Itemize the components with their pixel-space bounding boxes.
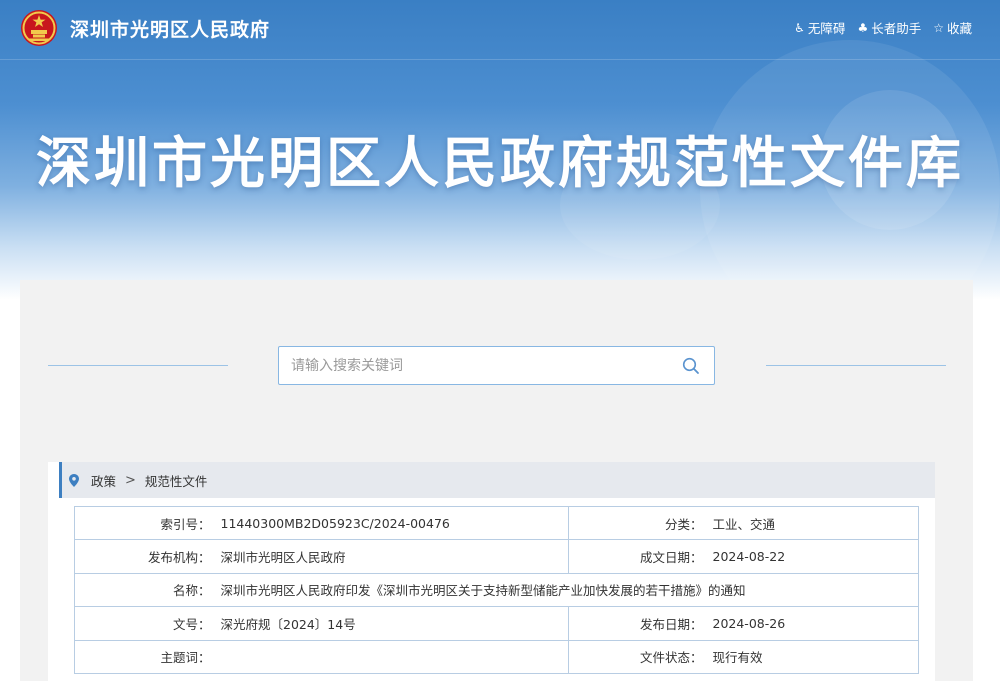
index-label: 索引号：	[75, 507, 215, 540]
status-value: 现行有效	[707, 640, 919, 673]
accessibility-label: 无障碍	[808, 18, 846, 37]
breadcrumb-item-normative-documents[interactable]: 规范性文件	[145, 471, 208, 490]
accessibility-link[interactable]: ♿ 无障碍	[794, 18, 845, 37]
written-date-value: 2024-08-22	[707, 540, 919, 573]
name-value: 深圳市光明区人民政府印发《深圳市光明区关于支持新型储能产业加快发展的若干措施》的…	[215, 573, 919, 606]
header-banner: 深圳市光明区人民政府 ♿ 无障碍 ♣ 长者助手 ☆ 收藏 深圳市光明区人民政府规…	[0, 0, 1000, 300]
elderly-assist-icon: ♣	[857, 21, 868, 35]
breadcrumb: 政策 > 规范性文件	[59, 462, 935, 498]
category-label: 分类：	[569, 507, 707, 540]
search-input[interactable]	[279, 347, 669, 384]
search-bar	[278, 346, 715, 385]
document-meta-table: 索引号： 11440300MB2D05923C/2024-00476 分类： 工…	[74, 506, 919, 674]
search-icon[interactable]	[682, 357, 700, 375]
accessibility-icon: ♿	[794, 21, 805, 35]
location-pin-icon	[69, 474, 79, 487]
top-tools: ♿ 无障碍 ♣ 长者助手 ☆ 收藏	[794, 18, 972, 37]
written-date-label: 成文日期：	[569, 540, 707, 573]
publish-date-label: 发布日期：	[569, 607, 707, 640]
document-info: 政策 > 规范性文件 索引号： 11440300MB2D05923C/2024-…	[48, 462, 935, 681]
divider	[766, 365, 946, 366]
index-value: 11440300MB2D05923C/2024-00476	[215, 507, 569, 540]
category-value: 工业、交通	[707, 507, 919, 540]
elderly-assist-link[interactable]: ♣ 长者助手	[857, 18, 921, 37]
main-panel: 政策 > 规范性文件 索引号： 11440300MB2D05923C/2024-…	[20, 280, 973, 681]
table-row: 名称： 深圳市光明区人民政府印发《深圳市光明区关于支持新型储能产业加快发展的若干…	[75, 573, 919, 606]
favorite-label: 收藏	[947, 18, 972, 37]
publish-date-value: 2024-08-26	[707, 607, 919, 640]
elderly-assist-label: 长者助手	[871, 18, 921, 37]
divider	[48, 365, 228, 366]
doc-number-label: 文号：	[75, 607, 215, 640]
table-row: 文号： 深光府规〔2024〕14号 发布日期： 2024-08-26	[75, 607, 919, 640]
breadcrumb-separator: >	[125, 473, 136, 488]
status-label: 文件状态：	[569, 640, 707, 673]
table-row: 索引号： 11440300MB2D05923C/2024-00476 分类： 工…	[75, 507, 919, 540]
favorite-link[interactable]: ☆ 收藏	[933, 18, 972, 37]
publisher-value: 深圳市光明区人民政府	[215, 540, 569, 573]
doc-number-value: 深光府规〔2024〕14号	[215, 607, 569, 640]
table-row: 发布机构： 深圳市光明区人民政府 成文日期： 2024-08-22	[75, 540, 919, 573]
table-row: 主题词： 文件状态： 现行有效	[75, 640, 919, 673]
subject-value	[215, 640, 569, 673]
star-icon: ☆	[933, 21, 944, 35]
national-emblem-icon[interactable]	[20, 9, 58, 47]
top-bar: 深圳市光明区人民政府 ♿ 无障碍 ♣ 长者助手 ☆ 收藏	[0, 0, 1000, 60]
page-title: 深圳市光明区人民政府规范性文件库	[0, 118, 1000, 198]
subject-label: 主题词：	[75, 640, 215, 673]
name-label: 名称：	[75, 573, 215, 606]
breadcrumb-item-policy[interactable]: 政策	[91, 471, 116, 490]
publisher-label: 发布机构：	[75, 540, 215, 573]
site-name[interactable]: 深圳市光明区人民政府	[70, 15, 270, 42]
